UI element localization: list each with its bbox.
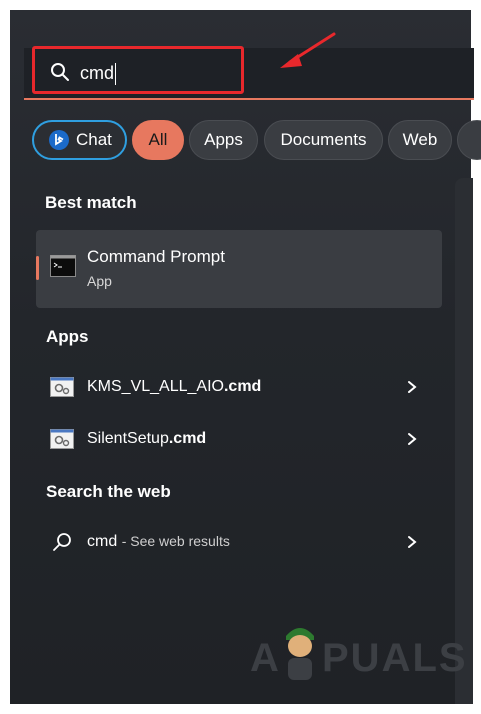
batch-file-icon (50, 377, 74, 397)
search-query-text: cmd (80, 63, 115, 83)
chip-label: Apps (204, 130, 243, 149)
text-caret (115, 63, 117, 86)
apps-heading: Apps (46, 327, 89, 346)
batch-file-icon (50, 429, 74, 449)
selection-indicator (36, 256, 39, 280)
app-result-name: KMS_VL_ALL_AIO.cmd (87, 378, 261, 396)
web-results-suffix: - See web results (121, 533, 230, 549)
web-result-text: cmd - See web results (87, 533, 230, 551)
filter-chip-chat[interactable]: Chat (32, 120, 127, 160)
best-match-type: App (87, 273, 112, 289)
chip-label: Web (402, 130, 438, 149)
filter-chip-documents[interactable]: Documents (264, 120, 383, 160)
filter-chip-apps[interactable]: Apps (189, 120, 258, 160)
search-web-heading: Search the web (46, 482, 171, 501)
filter-chip-web[interactable]: Web (388, 120, 452, 160)
filter-chip-all[interactable]: All (132, 120, 184, 160)
watermark-right-text: PUALS (322, 636, 468, 680)
chip-label: Documents (280, 130, 367, 149)
chevron-right-icon[interactable] (406, 380, 418, 394)
chip-label: Chat (76, 130, 112, 149)
app-name-base: KMS_VL_ALL_AIO (87, 378, 224, 395)
search-input[interactable]: cmd (80, 60, 117, 86)
best-match-name: Command Prompt (87, 247, 225, 266)
bing-chat-icon (49, 130, 69, 150)
app-result-row[interactable]: KMS_VL_ALL_AIO.cmd (36, 368, 436, 408)
watermark-left-text: A (250, 636, 281, 680)
annotation-arrow (280, 32, 336, 68)
appuals-watermark: A PUALS (250, 616, 466, 686)
start-search-panel (10, 10, 471, 704)
app-name-base: SilentSetup (87, 430, 169, 447)
mascot-icon (286, 628, 314, 680)
chevron-right-icon[interactable] (406, 432, 418, 446)
search-icon (51, 63, 69, 81)
chevron-right-icon[interactable] (406, 535, 418, 549)
chip-label: All (148, 130, 168, 149)
best-match-heading: Best match (45, 193, 137, 212)
app-name-ext: .cmd (223, 378, 262, 395)
command-prompt-icon (50, 255, 76, 277)
web-query: cmd (87, 533, 118, 550)
app-result-name: SilentSetup.cmd (87, 430, 206, 448)
app-result-row[interactable]: SilentSetup.cmd (36, 420, 436, 460)
app-name-ext: .cmd (168, 430, 207, 447)
search-icon (53, 533, 71, 551)
web-result-row[interactable]: cmd - See web results (36, 523, 436, 563)
best-match-result[interactable]: Command Prompt App (36, 230, 442, 308)
